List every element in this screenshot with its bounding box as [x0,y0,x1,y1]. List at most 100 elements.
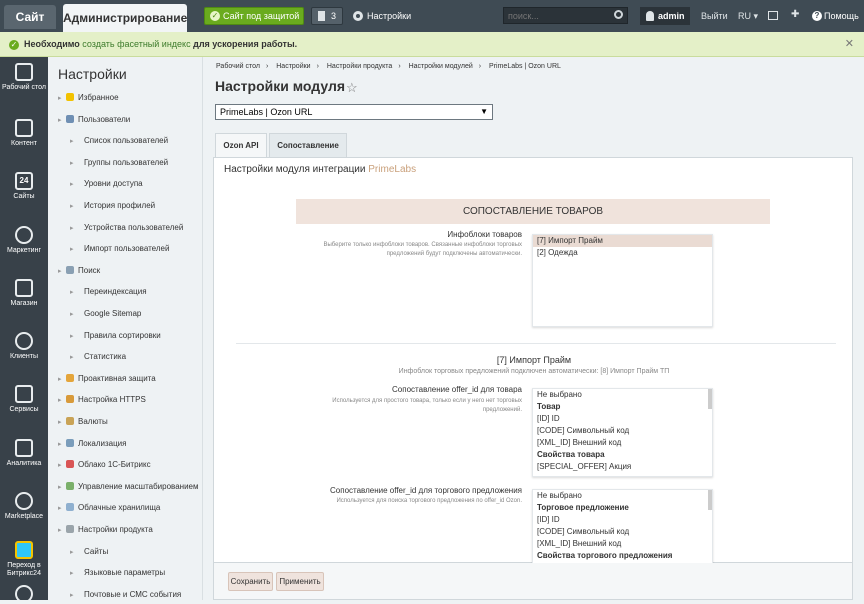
menu-sites[interactable]: 24 Сайты [0,166,48,220]
save-button[interactable]: Сохранить [228,572,273,591]
sidebar-item[interactable]: ▸ Избранное [58,90,119,106]
menu-marketplace[interactable]: Marketplace [0,486,48,540]
offer-listbox[interactable]: Не выбрано Товар [ID] ID [CODE] Символьн… [532,388,713,477]
settings-link[interactable]: Настройки [352,7,411,25]
sidebar-item-label: Google Sitemap [84,309,142,318]
list-option[interactable]: Не выбрано [533,490,712,502]
window-icon[interactable] [768,11,778,20]
sidebar-item[interactable]: ▸ Валюты [58,414,108,430]
star-icon[interactable]: ☆ [346,80,358,96]
sidebar-item[interactable]: ▸ Сайты [70,544,108,560]
list-option[interactable]: [CODE] Символьный код [533,425,712,437]
section-icon [66,265,74,274]
sidebar-item-label: Облачные хранилища [78,503,161,513]
menu-desktop[interactable]: Рабочий стол [0,57,48,111]
list-option[interactable]: [XML_ID] Внешний код [533,538,712,550]
expand-arrow-icon[interactable]: ▸ [58,415,66,431]
list-option[interactable]: [7] Импорт Прайм [533,235,712,247]
breadcrumb-item[interactable]: Настройки модулей [409,63,473,70]
list-option[interactable]: [ID] ID [533,413,712,425]
module-select[interactable]: PrimeLabs | Ozon URL ▼ [215,104,493,120]
admin-tab[interactable]: Администрирование [63,4,187,32]
sidebar-item[interactable]: ▸ Настройка HTTPS [58,392,146,408]
offer2-listbox[interactable]: Не выбрано Торговое предложение [ID] ID … [532,489,713,564]
sidebar-item[interactable]: ▸ Импорт пользователей [70,241,169,257]
sidebar-item[interactable]: ▸ Переиндексация [70,284,147,300]
sidebar-item-label: Статистика [84,352,127,362]
notifications-button[interactable]: 3 [311,7,343,25]
list-option[interactable]: [ID] ID [533,514,712,526]
expand-arrow-icon[interactable]: ▸ [58,264,66,280]
iblocks-hint: Выберите только инфоблоки товаров. Связа… [323,242,522,257]
expand-arrow-icon[interactable]: ▸ [58,372,66,388]
menu-content[interactable]: Контент [0,113,48,167]
bullet-icon: ▸ [70,570,74,578]
list-option[interactable]: Не выбрано [533,389,712,401]
list-option[interactable]: [2] Одежда [533,247,712,259]
sidebar-item[interactable]: ▸ Группы пользователей [70,155,168,171]
sidebar-item[interactable]: ▸ Пользователи [58,112,130,128]
expand-arrow-icon[interactable]: ▸ [58,437,66,453]
site-tab[interactable]: Сайт [4,5,56,29]
menu-shop-label: Магазин [10,300,38,307]
sidebar-item-label: История профилей [84,201,156,210]
offer-hint: Используется для простого товара, только… [332,398,522,413]
logout-link[interactable]: Выйти [701,7,728,25]
search-input[interactable] [503,7,628,24]
list-group: Свойства торгового предложения [537,551,673,560]
menu-analytics[interactable]: Аналитика [0,433,48,487]
iblocks-listbox[interactable]: [7] Импорт Прайм [2] Одежда [532,234,713,327]
search-icon[interactable] [614,10,623,19]
scrollbar[interactable] [708,389,712,409]
breadcrumb-item[interactable]: Настройки продукта [327,63,392,70]
sidebar-item[interactable]: ▸ Устройства пользователей [70,220,183,236]
menu-marketing[interactable]: Маркетинг [0,220,48,274]
language-select[interactable]: RU ▾ [738,7,758,25]
breadcrumb-item[interactable]: Настройки [276,63,310,70]
site-protected-button[interactable]: ✓ Сайт под защитой [204,7,304,25]
sidebar-item[interactable]: ▸ Управление масштабированием [58,479,198,495]
expand-arrow-icon[interactable]: ▸ [58,113,66,129]
apply-button[interactable]: Применить [276,572,324,591]
tab-ozon-api[interactable]: Ozon API [215,133,267,157]
expand-arrow-icon[interactable]: ▸ [58,523,66,539]
sidebar-item[interactable]: ▸ Облачные хранилища [58,500,160,516]
scrollbar[interactable] [708,490,712,510]
sidebar-item-label: Правила сортировки [84,330,161,340]
close-icon[interactable]: ✕ [845,32,854,57]
sidebar-item[interactable]: ▸ Облако 1С-Битрикс [58,457,151,473]
expand-arrow-icon[interactable]: ▸ [58,393,66,409]
sidebar-item[interactable]: ▸ Почтовые и СМС события [70,587,181,603]
expand-arrow-icon[interactable]: ▸ [58,458,66,474]
sidebar-item[interactable]: ▸ Поиск [58,263,100,279]
help-link[interactable]: ? Помощь [812,7,859,25]
user-button[interactable]: admin [640,7,690,25]
sidebar-item[interactable]: ▸ Уровни доступа [70,176,143,192]
left-menu: Рабочий стол Контент 24 Сайты Маркетинг М… [0,57,48,600]
menu-services[interactable]: Сервисы [0,379,48,433]
breadcrumb-item[interactable]: PrimeLabs | Ozon URL [489,63,561,70]
tab-mapping[interactable]: Сопоставление [269,133,347,157]
list-option[interactable]: [XML_ID] Внешний код [533,437,712,449]
menu-shop[interactable]: Магазин [0,273,48,327]
expand-arrow-icon[interactable]: ▸ [58,480,66,496]
pin-icon[interactable]: ✚ [791,10,800,20]
menu-clients[interactable]: Клиенты [0,326,48,380]
menu-settings[interactable] [0,581,48,600]
sidebar-item[interactable]: ▸ Google Sitemap [70,306,141,322]
expand-arrow-icon[interactable]: ▸ [58,91,66,107]
sidebar-item[interactable]: ▸ Языковые параметры [70,565,165,581]
sidebar-item[interactable]: ▸ Проактивная защита [58,371,156,387]
list-option[interactable]: [SPECIAL_OFFER] Акция [533,461,712,473]
sidebar-item[interactable]: ▸ Правила сортировки [70,328,161,344]
expand-arrow-icon[interactable]: ▸ [58,501,66,517]
sidebar-item[interactable]: ▸ Локализация [58,436,126,452]
list-option[interactable]: [CODE] Символьный код [533,526,712,538]
sidebar-item[interactable]: ▸ Настройки продукта [58,522,153,538]
sidebar-item[interactable]: ▸ Список пользователей [70,133,168,149]
sidebar-item[interactable]: ▸ История профилей [70,198,155,214]
breadcrumb-item[interactable]: Рабочий стол [216,63,260,70]
sidebar-item[interactable]: ▸ Статистика [70,349,126,365]
layers-icon [15,385,33,403]
facet-index-link[interactable]: создать фасетный индекс [82,39,190,49]
